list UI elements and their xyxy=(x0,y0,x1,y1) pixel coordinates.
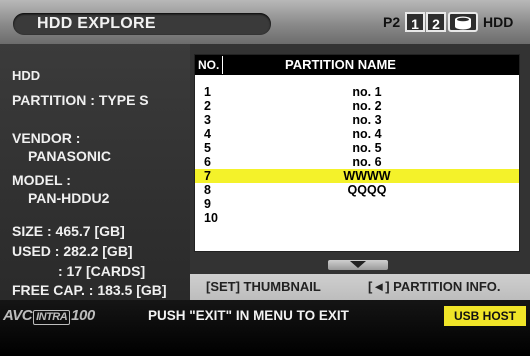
thumbnail-button[interactable]: [SET] THUMBNAIL xyxy=(206,279,321,294)
partition-type: PARTITION : TYPE S xyxy=(12,92,149,108)
chevron-down-icon xyxy=(350,261,366,268)
model-value: PAN-HDDU2 xyxy=(28,190,110,206)
row-number: 9 xyxy=(204,197,211,211)
partition-name: QQQQ xyxy=(347,183,387,197)
table-row[interactable]: 3 no. 3 xyxy=(195,113,519,127)
table-header: NO. PARTITION NAME xyxy=(195,55,519,75)
free-capacity: FREE CAP. : 183.5 [GB] xyxy=(12,282,167,298)
partition-name: no. 1 xyxy=(352,85,382,99)
action-bar: [SET] THUMBNAIL [◄] PARTITION INFO. xyxy=(190,274,530,300)
column-header-no: NO. xyxy=(196,56,223,74)
partition-name: WWWW xyxy=(343,169,391,183)
avc-text: AVC xyxy=(3,307,33,324)
table-row[interactable]: 6 no. 6 xyxy=(195,155,519,169)
partition-name: no. 3 xyxy=(352,113,382,127)
footer-bar: AVC INTRA 100 PUSH "EXIT" IN MENU TO EXIT … xyxy=(0,300,530,356)
hdd-disk-icon xyxy=(448,12,478,32)
partition-name: no. 4 xyxy=(352,127,382,141)
row-number: 10 xyxy=(204,211,218,225)
avc-intra-logo: AVC INTRA 100 xyxy=(3,307,95,325)
partition-name: no. 5 xyxy=(352,141,382,155)
card-slot-2-indicator: 2 xyxy=(426,12,446,32)
partition-name: no. 6 xyxy=(352,155,382,169)
page-title: HDD EXPLORE xyxy=(37,15,156,32)
table-row[interactable]: 4 no. 4 xyxy=(195,127,519,141)
avc-number: 100 xyxy=(71,307,95,324)
title-pill: HDD EXPLORE xyxy=(13,13,271,35)
intra-text: INTRA xyxy=(33,310,71,325)
vendor-value: PANASONIC xyxy=(28,148,111,164)
table-row-selected[interactable]: 7 WWWW xyxy=(195,169,519,183)
partition-panel: NO. PARTITION NAME 1 no. 1 2 no. 2 3 no.… xyxy=(190,44,530,300)
hdd-info-panel: HDD PARTITION : TYPE S VENDOR : PANASONI… xyxy=(0,44,190,300)
partition-table: NO. PARTITION NAME 1 no. 1 2 no. 2 3 no.… xyxy=(194,54,520,252)
model-label: MODEL : xyxy=(12,172,71,188)
size-value: SIZE : 465.7 [GB] xyxy=(12,223,125,239)
table-row[interactable]: 1 no. 1 xyxy=(195,85,519,99)
top-bar: HDD EXPLORE P2 1 2 HDD xyxy=(0,0,530,44)
table-row[interactable]: 9 xyxy=(195,197,519,211)
used-value: USED : 282.2 [GB] xyxy=(12,243,133,259)
p2-label: P2 xyxy=(383,14,401,30)
usb-host-badge: USB HOST xyxy=(444,306,526,326)
scroll-down-button[interactable] xyxy=(328,260,388,270)
column-header-partition-name: PARTITION NAME xyxy=(285,57,396,72)
vendor-label: VENDOR : xyxy=(12,130,81,146)
device-label: HDD xyxy=(12,68,41,83)
status-message: PUSH "EXIT" IN MENU TO EXIT xyxy=(148,308,349,323)
table-row[interactable]: 2 no. 2 xyxy=(195,99,519,113)
table-row[interactable]: 8 QQQQ xyxy=(195,183,519,197)
card-slot-1-indicator: 1 xyxy=(405,12,425,32)
partition-info-button[interactable]: [◄] PARTITION INFO. xyxy=(368,279,501,294)
cards-count: : 17 [CARDS] xyxy=(58,263,146,279)
table-row[interactable]: 5 no. 5 xyxy=(195,141,519,155)
table-row[interactable]: 10 xyxy=(195,211,519,225)
partition-name: no. 2 xyxy=(352,99,382,113)
hdd-label: HDD xyxy=(483,14,514,30)
